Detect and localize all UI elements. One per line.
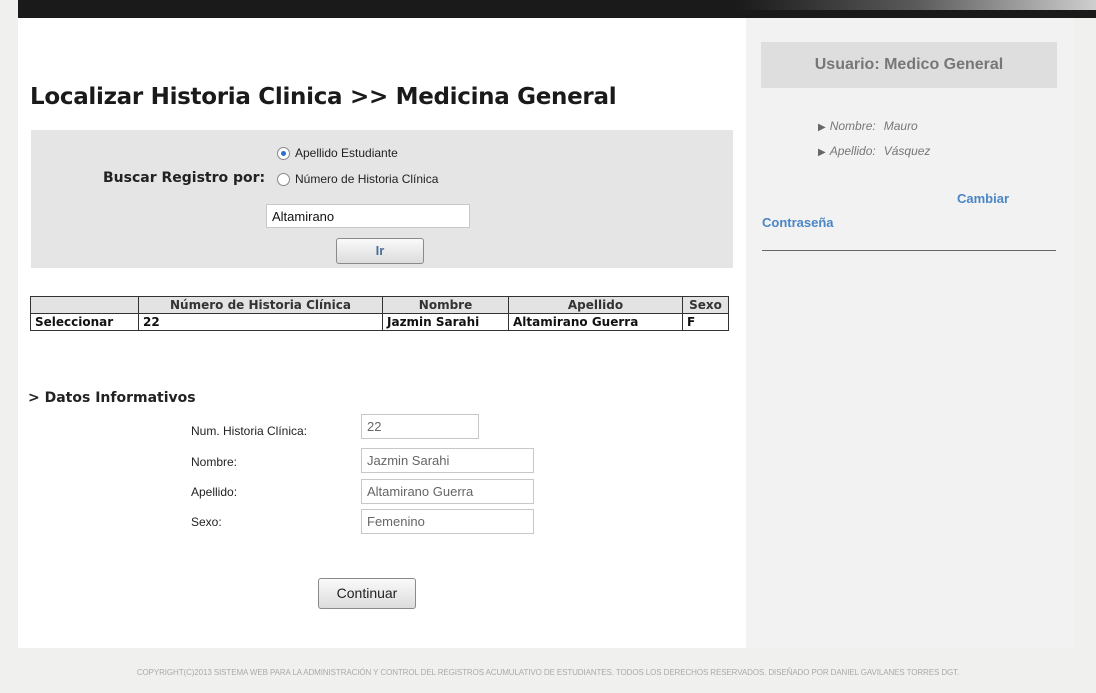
- change-password-link[interactable]: Cambiar: [957, 191, 1009, 206]
- section-title: > Datos Informativos: [28, 390, 196, 406]
- table-cell: 22: [138, 313, 383, 331]
- radio-label: Apellido Estudiante: [295, 146, 398, 160]
- select-link[interactable]: Seleccionar: [30, 313, 139, 331]
- column-header: Apellido: [508, 296, 683, 314]
- table-cell: F: [682, 313, 729, 331]
- search-label: Buscar Registro por:: [103, 170, 266, 186]
- radio-button[interactable]: [277, 172, 290, 186]
- top-bar-fade: [736, 0, 1096, 10]
- triangle-right-icon: ▶: [818, 122, 826, 133]
- field-label: Sexo:: [191, 515, 222, 529]
- historia-field[interactable]: 22: [361, 414, 479, 439]
- change-password-link-2[interactable]: Contraseña: [762, 215, 834, 230]
- nombre-field[interactable]: Jazmin Sarahi: [361, 448, 534, 473]
- sexo-field[interactable]: Femenino: [361, 509, 534, 534]
- footer: COPYRIGHT(C)2013 SISTEMA WEB PARA LA ADM…: [136, 668, 960, 677]
- search-input[interactable]: [266, 204, 470, 228]
- radio-button-checked[interactable]: [277, 146, 290, 160]
- column-header: Número de Historia Clínica: [138, 296, 383, 314]
- field-label: Apellido:: [191, 485, 238, 499]
- table-row: Seleccionar 22 Jazmin Sarahi Altamirano …: [30, 313, 729, 331]
- search-panel: Buscar Registro por: Apellido Estudiante…: [31, 130, 733, 268]
- radio-apellido-estudiante[interactable]: Apellido Estudiante: [277, 146, 398, 160]
- table-header-row: Número de Historia Clínica Nombre Apelli…: [30, 296, 729, 314]
- top-bar: [18, 0, 1096, 18]
- user-header: Usuario: Medico General: [761, 42, 1057, 88]
- field-label: Num. Historia Clínica:: [191, 424, 308, 438]
- field-label: Nombre:: [191, 455, 238, 469]
- main-content: Localizar Historia Clinica >> Medicina G…: [18, 18, 746, 648]
- page-title: Localizar Historia Clinica >> Medicina G…: [30, 84, 617, 110]
- user-apellido: ▶ Apellido: Vásquez: [818, 144, 931, 158]
- table-cell: Jazmin Sarahi: [382, 313, 509, 331]
- column-header: Nombre: [382, 296, 509, 314]
- divider: [762, 250, 1056, 251]
- apellido-field[interactable]: Altamirano Guerra: [361, 479, 534, 504]
- radio-label: Número de Historia Clínica: [295, 172, 439, 186]
- radio-numero-historia[interactable]: Número de Historia Clínica: [277, 172, 438, 186]
- column-header: [30, 296, 139, 314]
- ir-button[interactable]: Ir: [336, 238, 424, 264]
- table-cell: Altamirano Guerra: [508, 313, 683, 331]
- user-nombre: ▶ Nombre: Mauro: [818, 119, 918, 133]
- column-header: Sexo: [682, 296, 729, 314]
- triangle-right-icon: ▶: [818, 147, 826, 158]
- user-apellido-value: Vásquez: [883, 144, 931, 158]
- results-table: Número de Historia Clínica Nombre Apelli…: [30, 296, 729, 331]
- sidebar: Usuario: Medico General ▶ Nombre: Mauro ▶ A…: [746, 18, 1074, 648]
- user-nombre-value: Mauro: [883, 119, 918, 133]
- continuar-button[interactable]: Continuar: [318, 578, 416, 609]
